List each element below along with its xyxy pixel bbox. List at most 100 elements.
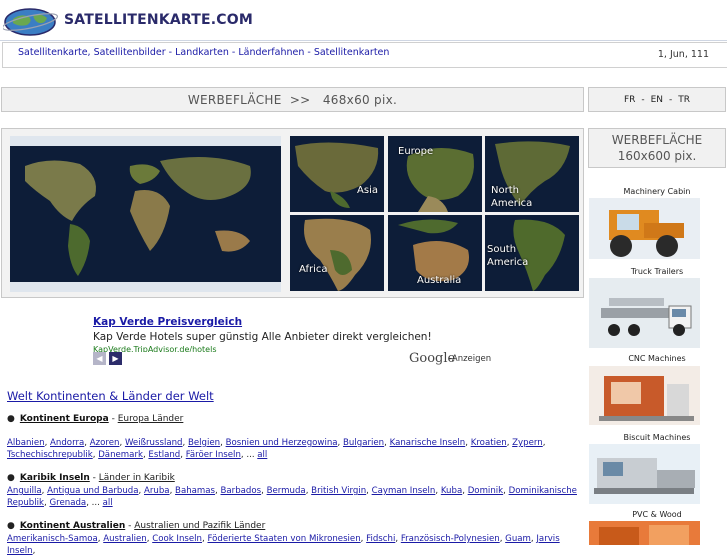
pvc-wood-image[interactable] [589, 521, 700, 545]
north-america-label-line1: North [491, 185, 519, 196]
ad-banner-160x600[interactable]: WERBEFLÄCHE 160x600 pix. [588, 128, 726, 168]
asia-map-image [290, 136, 384, 212]
bullet-icon: ● [7, 414, 15, 424]
country-separator: , [32, 546, 36, 556]
asia-map-tile[interactable]: Asia [290, 136, 384, 212]
google-ads-label[interactable]: -Anzeigen [449, 354, 491, 364]
country-link[interactable]: Dänemark [98, 450, 143, 460]
map-panel: Asia Europe North America Africa Austral… [1, 128, 584, 298]
country-link[interactable]: Azoren [90, 438, 120, 448]
ad-title-link[interactable]: Kap Verde Preisvergleich [93, 316, 242, 328]
country-link[interactable]: Guam [505, 534, 531, 544]
country-list-australien: Amerikanisch-Samoa, Australien, Cook Ins… [7, 533, 579, 557]
continent-sub-link[interactable]: Länder in Karibik [99, 473, 175, 483]
country-link[interactable]: Bosnien und Herzegowina [226, 438, 338, 448]
country-link[interactable]: Estland [148, 450, 180, 460]
country-link[interactable]: Bermuda [267, 486, 306, 496]
continent-separator: - [89, 473, 99, 483]
biscuit-machines-image[interactable] [589, 444, 700, 504]
country-list-karibik: Anguilla, Antigua und Barbuda, Aruba, Ba… [7, 485, 579, 509]
country-link[interactable]: Barbados [221, 486, 262, 496]
nav-links[interactable]: Satellitenkarte, Satellitenbilder - Land… [18, 47, 389, 58]
continent-separator: - [125, 521, 135, 531]
country-link[interactable]: Zypern [512, 438, 543, 448]
country-link[interactable]: Färöer Inseln [186, 450, 241, 460]
side-ad-title[interactable]: Machinery Cabin [588, 187, 726, 196]
south-america-label-line2: America [487, 257, 529, 268]
section-title[interactable]: Welt Kontinenten & Länder der Welt [7, 389, 214, 403]
country-separator: , [542, 438, 546, 448]
world-map-tile[interactable] [10, 136, 281, 292]
country-link[interactable]: Amerikanisch-Samoa [7, 534, 98, 544]
south-america-map-tile[interactable]: South America [485, 215, 579, 291]
country-link[interactable]: Bulgarien [343, 438, 384, 448]
ad-banner-label: WERBEFLÄCHE >> 468x60 pix. [187, 92, 398, 107]
continent-sub-link[interactable]: Europa Länder [118, 414, 184, 424]
side-ad-title[interactable]: Biscuit Machines [588, 433, 726, 442]
continent-heading-australien: ● Kontinent Australien - Australien und P… [7, 521, 265, 531]
africa-label: Africa [299, 264, 328, 275]
date-text: 1, Jun, 111 [657, 49, 709, 60]
africa-map-tile[interactable]: Africa [290, 215, 384, 291]
north-america-label-line2: America [491, 198, 533, 209]
continent-link[interactable]: Karibik Inseln [20, 473, 90, 483]
side-ad-title[interactable]: CNC Machines [588, 354, 726, 363]
south-america-label-line1: South [487, 244, 517, 255]
country-link[interactable]: Kroatien [471, 438, 507, 448]
europe-label: Europe [398, 146, 434, 157]
country-link[interactable]: British Virgin [311, 486, 366, 496]
country-link[interactable]: Belgien [188, 438, 220, 448]
north-america-map-tile[interactable]: North America [485, 136, 579, 212]
ad-next-arrow-icon[interactable]: ▶ [109, 352, 122, 365]
country-link[interactable]: Fidschi [366, 534, 395, 544]
country-list-europa: Albanien, Andorra, Azoren, Weißrussland,… [7, 437, 579, 461]
country-link[interactable]: Antigua und Barbuda [47, 486, 138, 496]
country-link[interactable]: Anguilla [7, 486, 42, 496]
country-link[interactable]: Kanarische Inseln [390, 438, 466, 448]
ad-side-label-1: WERBEFLÄCHE [611, 133, 703, 147]
country-link[interactable]: Französisch-Polynesien [401, 534, 500, 544]
machinery-cabin-image[interactable] [589, 198, 700, 259]
country-link[interactable]: Tschechischrepublik [7, 450, 93, 460]
country-link[interactable]: Grenada [49, 498, 86, 508]
africa-map-image [290, 215, 384, 291]
side-ad-title[interactable]: PVC & Wood [588, 510, 726, 519]
site-logo-text[interactable]: SATELLITENKARTE.COM [64, 12, 253, 28]
all-countries-link[interactable]: all [103, 498, 113, 508]
logo-globe-icon[interactable] [1, 5, 61, 37]
australia-map-tile[interactable]: Australia [388, 215, 482, 291]
north-america-label: North America [491, 184, 532, 210]
country-separator: , ... [240, 450, 258, 460]
continent-heading-europa: ● Kontinent Europa - Europa Länder [7, 414, 183, 424]
country-link[interactable]: Aruba [144, 486, 170, 496]
continent-link[interactable]: Kontinent Australien [20, 521, 125, 531]
ad-banner-468x60[interactable]: WERBEFLÄCHE >> 468x60 pix. [1, 87, 584, 112]
country-link[interactable]: Albanien [7, 438, 45, 448]
language-switcher: FR - EN - TR [588, 87, 726, 112]
country-link[interactable]: Australien [103, 534, 146, 544]
bullet-icon: ● [7, 473, 15, 483]
country-link[interactable]: Weißrussland [125, 438, 183, 448]
country-link[interactable]: Cayman Inseln [372, 486, 436, 496]
lang-tr[interactable]: TR [678, 95, 690, 105]
continent-sub-link[interactable]: Australien und Pazifik Länder [134, 521, 265, 531]
truck-trailers-image[interactable] [589, 278, 700, 348]
country-link[interactable]: Cook Inseln [152, 534, 202, 544]
all-countries-link[interactable]: all [257, 450, 267, 460]
country-link[interactable]: Kuba [441, 486, 462, 496]
europe-map-tile[interactable]: Europe [388, 136, 482, 212]
lang-sep: - [669, 94, 673, 105]
lang-fr[interactable]: FR [624, 95, 635, 105]
asia-label: Asia [357, 185, 378, 196]
country-link[interactable]: Dominik [468, 486, 503, 496]
country-link[interactable]: Bahamas [175, 486, 215, 496]
south-america-label: South America [487, 243, 528, 269]
ad-prev-arrow-icon[interactable]: ◀ [93, 352, 106, 365]
side-ad-title[interactable]: Truck Trailers [588, 267, 726, 276]
ad-url[interactable]: KapVerde.TripAdvisor.de/hotels [93, 345, 217, 352]
cnc-machines-image[interactable] [589, 366, 700, 425]
country-link[interactable]: Föderierte Staaten von Mikronesien [207, 534, 360, 544]
continent-link[interactable]: Kontinent Europa [20, 414, 109, 424]
lang-en[interactable]: EN [651, 95, 663, 105]
country-link[interactable]: Andorra [50, 438, 84, 448]
